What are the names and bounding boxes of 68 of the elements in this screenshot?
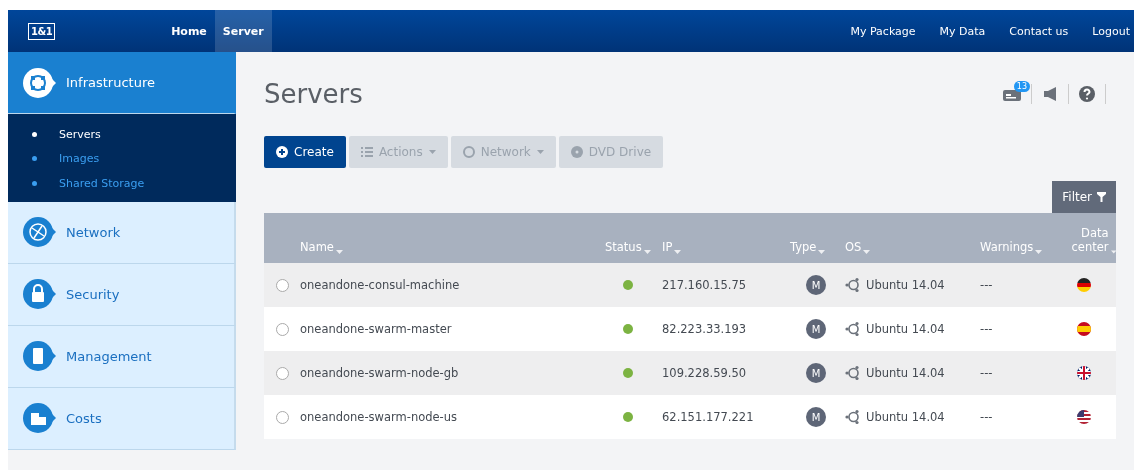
header-link[interactable]: My Data xyxy=(939,24,986,38)
os-label: Ubuntu 14.04 xyxy=(866,366,945,380)
row-radio[interactable] xyxy=(276,322,289,336)
logo[interactable]: 1&1 xyxy=(28,22,56,40)
table-cell-text: 109.228.59.50 xyxy=(662,366,748,380)
table-cell-text: 62.151.177.221 xyxy=(662,410,755,424)
caret-icon xyxy=(674,250,682,254)
type-badge: M xyxy=(806,319,826,339)
type-badge: M xyxy=(806,275,826,295)
caret-icon xyxy=(643,250,651,254)
table-cell-text: --- xyxy=(980,366,994,380)
os-label: Ubuntu 14.04 xyxy=(866,322,945,336)
ubuntu-logo-icon xyxy=(845,365,861,381)
table-row[interactable]: oneandone-consul-machine 217.160.15.75 M Ubuntu 14.04 --- xyxy=(264,263,1116,307)
toolbar-button[interactable]: Create xyxy=(264,136,346,168)
nav-tab[interactable]: Server xyxy=(214,10,272,52)
table-cell-text: oneandone-swarm-node-us xyxy=(300,410,459,424)
table-cell-text: oneandone-consul-machine xyxy=(300,278,461,292)
os-label: Ubuntu 14.04 xyxy=(866,278,945,292)
caret-icon xyxy=(1035,250,1043,254)
nav-tab[interactable]: Home xyxy=(163,10,215,52)
submenu-item[interactable]: Images xyxy=(8,146,236,171)
header-link[interactable]: My Package xyxy=(850,24,916,38)
help-icon[interactable] xyxy=(1079,86,1095,102)
padlock-icon xyxy=(22,278,56,310)
sidebar-section[interactable]: Costs xyxy=(8,387,236,450)
table-cell-text: oneandone-swarm-master xyxy=(300,322,453,336)
megaphone-icon[interactable] xyxy=(1042,87,1058,101)
ubuntu-logo-icon xyxy=(845,409,861,425)
ubuntu-logo-icon xyxy=(845,277,861,293)
table-cell-text: --- xyxy=(980,322,994,336)
row-radio[interactable] xyxy=(276,410,289,424)
header-link[interactable]: Contact us xyxy=(1009,24,1069,38)
submenu-item[interactable]: Shared Storage xyxy=(8,171,236,196)
caret-icon xyxy=(335,250,343,254)
funnel-icon xyxy=(1097,192,1106,202)
table-row[interactable]: oneandone-swarm-master 82.223.33.193 M Ubuntu 14.04 --- xyxy=(264,307,1116,351)
type-badge: M xyxy=(806,407,826,427)
caret-icon xyxy=(863,250,871,254)
caret-icon xyxy=(428,150,436,154)
table-cell-text: oneandone-swarm-node-gb xyxy=(300,366,460,380)
list-icon xyxy=(360,147,373,157)
disc-icon xyxy=(570,146,583,158)
sidebar-section[interactable]: Network xyxy=(8,201,236,264)
sidebar-section[interactable]: Infrastructure xyxy=(8,52,236,114)
table-row[interactable]: oneandone-swarm-node-gb 109.228.59.50 M Ubuntu 14.04 --- xyxy=(264,351,1116,395)
notification-badge: 13 xyxy=(1013,80,1030,92)
caret-icon xyxy=(1110,250,1116,254)
caret-icon xyxy=(536,150,544,154)
row-radio[interactable] xyxy=(276,366,289,380)
filter-button[interactable]: Filter xyxy=(1052,181,1116,213)
table-cell-text: 82.223.33.193 xyxy=(662,322,748,336)
table-cell-text: --- xyxy=(980,278,994,292)
type-badge: M xyxy=(806,363,826,383)
sidebar-section[interactable]: Management xyxy=(8,325,236,388)
plus-circle-icon xyxy=(276,146,288,158)
header-link[interactable]: Logout xyxy=(1092,24,1130,38)
os-label: Ubuntu 14.04 xyxy=(866,410,945,424)
row-radio[interactable] xyxy=(276,278,289,292)
submenu-item[interactable]: Servers xyxy=(8,122,236,147)
ubuntu-logo-icon xyxy=(845,321,861,337)
table-row[interactable]: oneandone-swarm-node-us 62.151.177.221 M Ubuntu 14.04 --- xyxy=(264,395,1116,439)
caret-icon xyxy=(818,250,826,254)
table-cell-text: 217.160.15.75 xyxy=(662,278,748,292)
page-title: Servers xyxy=(264,79,363,109)
sidebar-section[interactable]: Security xyxy=(8,263,236,326)
table-cell-text: --- xyxy=(980,410,994,424)
notification-card-icon[interactable] xyxy=(1003,87,1021,101)
